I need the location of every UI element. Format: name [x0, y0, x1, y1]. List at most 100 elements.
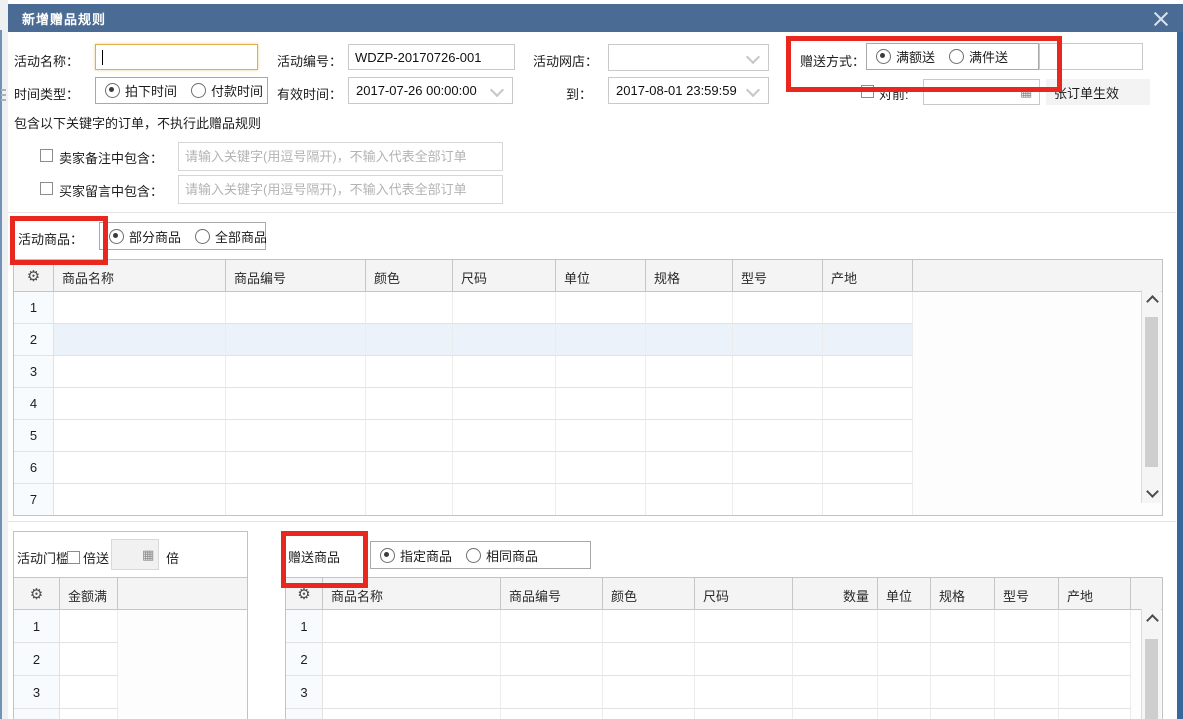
- table-cell[interactable]: [695, 676, 793, 709]
- gear-icon[interactable]: ⚙: [286, 578, 323, 609]
- activity-name-input[interactable]: [95, 44, 258, 70]
- radio-selected-icon[interactable]: [876, 49, 891, 64]
- table-cell[interactable]: [995, 610, 1059, 643]
- table-cell[interactable]: [931, 643, 995, 676]
- table-cell[interactable]: [646, 484, 733, 516]
- table-cell[interactable]: [646, 292, 733, 324]
- table-cell[interactable]: [1059, 643, 1131, 676]
- table-cell[interactable]: [556, 292, 646, 324]
- table-cell[interactable]: [453, 420, 556, 452]
- panel-grip-icon[interactable]: [1, 86, 7, 112]
- table-cell[interactable]: [54, 292, 226, 324]
- radio-option[interactable]: 拍下时间: [105, 81, 177, 100]
- table-row[interactable]: 6: [14, 452, 1162, 484]
- seller-memo-checkbox[interactable]: [40, 149, 53, 162]
- table-cell[interactable]: [603, 709, 695, 719]
- table-cell[interactable]: [323, 643, 501, 676]
- column-header[interactable]: 产地: [1059, 578, 1131, 609]
- table-cell[interactable]: [995, 643, 1059, 676]
- buyer-msg-checkbox[interactable]: [40, 182, 53, 195]
- radio-selected-icon[interactable]: [109, 229, 124, 244]
- table-cell[interactable]: [501, 643, 603, 676]
- table-cell[interactable]: [54, 452, 226, 484]
- table-cell[interactable]: [793, 643, 878, 676]
- table-cell[interactable]: [226, 420, 366, 452]
- table-cell[interactable]: [793, 676, 878, 709]
- table-cell[interactable]: [226, 388, 366, 420]
- column-header[interactable]: 规格: [646, 260, 733, 291]
- table-cell[interactable]: [366, 484, 453, 516]
- table-row[interactable]: 2: [14, 643, 247, 676]
- table-cell[interactable]: [1059, 709, 1131, 719]
- activity-code-input[interactable]: [348, 44, 515, 70]
- table-cell[interactable]: [323, 709, 501, 719]
- scrollbar-thumb[interactable]: [1145, 317, 1158, 467]
- column-header[interactable]: 颜色: [603, 578, 695, 609]
- table-cell[interactable]: [226, 292, 366, 324]
- table-cell[interactable]: [823, 484, 913, 516]
- table-cell[interactable]: [453, 452, 556, 484]
- table-cell[interactable]: [646, 452, 733, 484]
- table-row[interactable]: 4: [14, 388, 1162, 420]
- table-cell[interactable]: [733, 452, 823, 484]
- table-cell[interactable]: [878, 610, 931, 643]
- table-cell[interactable]: [646, 324, 733, 356]
- table-cell[interactable]: [366, 324, 453, 356]
- column-header[interactable]: 商品编号: [226, 260, 366, 291]
- column-header[interactable]: 商品名称: [323, 578, 501, 609]
- table-row[interactable]: 1: [286, 610, 1162, 643]
- table-cell[interactable]: [931, 610, 995, 643]
- table-cell[interactable]: [733, 292, 823, 324]
- table-cell[interactable]: [823, 292, 913, 324]
- column-header[interactable]: 单位: [556, 260, 646, 291]
- table-cell[interactable]: [453, 292, 556, 324]
- table-cell[interactable]: [823, 324, 913, 356]
- column-header[interactable]: 尺码: [453, 260, 556, 291]
- column-header[interactable]: 商品编号: [501, 578, 603, 609]
- activity-products-scrollbar[interactable]: [1141, 290, 1161, 503]
- seller-memo-input[interactable]: [178, 142, 503, 171]
- table-cell[interactable]: [453, 388, 556, 420]
- table-cell[interactable]: [823, 452, 913, 484]
- table-cell[interactable]: [226, 452, 366, 484]
- table-cell[interactable]: [603, 643, 695, 676]
- table-cell[interactable]: [54, 388, 226, 420]
- table-cell[interactable]: [995, 676, 1059, 709]
- table-cell[interactable]: [878, 709, 931, 719]
- column-header[interactable]: 产地: [823, 260, 913, 291]
- table-cell[interactable]: [60, 709, 118, 719]
- buyer-msg-input[interactable]: [178, 175, 503, 204]
- table-row[interactable]: 3: [14, 356, 1162, 388]
- table-cell[interactable]: [733, 388, 823, 420]
- table-cell[interactable]: [823, 356, 913, 388]
- table-cell[interactable]: [695, 643, 793, 676]
- table-cell[interactable]: [1059, 610, 1131, 643]
- table-cell[interactable]: [556, 388, 646, 420]
- column-header[interactable]: 规格: [931, 578, 995, 609]
- shop-select[interactable]: [608, 44, 769, 71]
- radio-option[interactable]: 满件送: [949, 47, 1008, 66]
- column-header[interactable]: 型号: [733, 260, 823, 291]
- table-cell[interactable]: [366, 356, 453, 388]
- radio-option[interactable]: 相同商品: [466, 546, 538, 565]
- table-cell[interactable]: [646, 356, 733, 388]
- table-row[interactable]: 3: [286, 676, 1162, 709]
- table-cell[interactable]: [733, 484, 823, 516]
- radio-option[interactable]: 付款时间: [191, 81, 263, 100]
- multiply-checkbox[interactable]: [67, 551, 80, 564]
- radio-selected-icon[interactable]: [105, 83, 120, 98]
- gear-icon[interactable]: ⚙: [14, 578, 60, 609]
- table-cell[interactable]: [793, 610, 878, 643]
- table-cell[interactable]: [54, 324, 226, 356]
- column-header[interactable]: 单位: [878, 578, 931, 609]
- column-header[interactable]: 数量: [793, 578, 878, 609]
- table-cell[interactable]: [995, 709, 1059, 719]
- table-cell[interactable]: [323, 676, 501, 709]
- table-row[interactable]: 1: [14, 610, 247, 643]
- table-cell[interactable]: [556, 356, 646, 388]
- gear-icon[interactable]: ⚙: [14, 260, 54, 291]
- table-cell[interactable]: [453, 484, 556, 516]
- table-cell[interactable]: [366, 452, 453, 484]
- radio-icon[interactable]: [191, 83, 206, 98]
- valid-from-select[interactable]: 2017-07-26 00:00:00: [348, 77, 513, 104]
